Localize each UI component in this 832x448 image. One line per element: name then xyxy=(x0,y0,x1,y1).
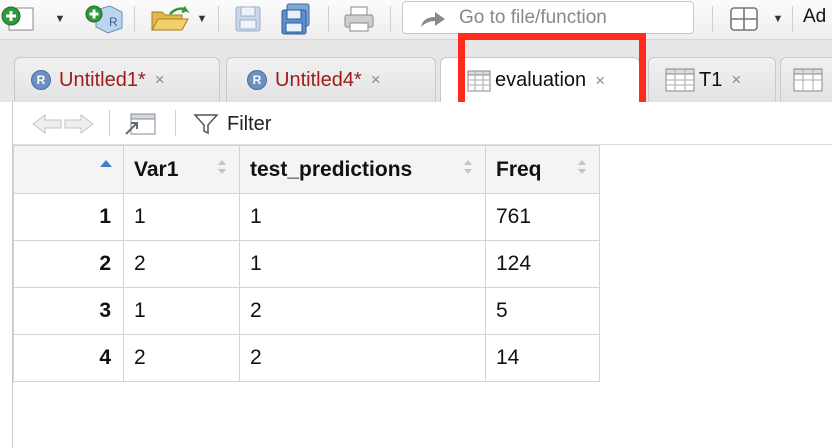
show-in-window-icon[interactable] xyxy=(123,110,157,138)
r-script-icon: R xyxy=(247,70,267,90)
new-file-dropdown[interactable]: ▼ xyxy=(54,4,66,34)
save-all-icon xyxy=(281,3,310,35)
table-cell[interactable]: 124 xyxy=(485,240,600,288)
save-button[interactable] xyxy=(230,4,266,34)
table-cell[interactable]: 2 xyxy=(123,334,240,382)
filter-funnel-icon[interactable] xyxy=(193,112,219,136)
data-grid-icon xyxy=(793,68,823,92)
svg-text:R: R xyxy=(109,15,118,29)
close-icon[interactable]: × xyxy=(731,70,741,90)
table-cell[interactable]: 14 xyxy=(485,334,600,382)
table-row: 4 2 2 14 xyxy=(13,334,600,382)
row-number: 2 xyxy=(13,240,124,288)
table-cell[interactable]: 761 xyxy=(485,193,600,241)
row-number: 1 xyxy=(13,193,124,241)
table-cell[interactable]: 2 xyxy=(239,334,486,382)
close-icon[interactable]: × xyxy=(155,70,165,90)
main-toolbar: ▼ R ▼ Go to file/function ▼ Ad xyxy=(0,0,832,40)
go-to-arrow-icon xyxy=(421,12,445,27)
r-script-icon: R xyxy=(31,70,51,90)
tab-label: evaluation xyxy=(495,69,587,91)
row-number: 4 xyxy=(13,334,124,382)
column-header-freq[interactable]: Freq xyxy=(485,145,600,194)
new-file-button[interactable] xyxy=(0,4,42,34)
folder-open-icon xyxy=(151,6,190,31)
table-cell[interactable]: 1 xyxy=(123,193,240,241)
tab-label: Untitled4* xyxy=(275,68,362,91)
new-project-button[interactable]: R xyxy=(84,4,124,34)
tab-label: Untitled1* xyxy=(59,68,146,91)
back-arrow-icon[interactable] xyxy=(31,112,63,136)
table-row: 2 2 1 124 xyxy=(13,240,600,288)
save-all-button[interactable] xyxy=(278,3,314,35)
new-file-icon xyxy=(1,6,34,31)
row-number: 3 xyxy=(13,287,124,335)
new-project-icon: R xyxy=(85,5,123,34)
table-row: 3 1 2 5 xyxy=(13,287,600,335)
tab-overflow[interactable] xyxy=(780,57,832,102)
header-row: Var1 test_predictions Freq xyxy=(13,145,600,194)
workspace-panes-button[interactable] xyxy=(726,4,762,34)
table-cell[interactable]: 1 xyxy=(239,193,486,241)
row-index-header[interactable] xyxy=(13,145,124,194)
table-cell[interactable]: 2 xyxy=(239,287,486,335)
tab-t1[interactable]: T1 × xyxy=(648,57,776,102)
forward-arrow-icon[interactable] xyxy=(63,112,95,136)
sort-icon xyxy=(218,160,226,174)
print-button[interactable] xyxy=(338,4,380,34)
data-table: Var1 test_predictions Freq 1 1 1 761 2 2… xyxy=(13,145,600,382)
open-file-button[interactable] xyxy=(146,4,194,34)
sort-icon xyxy=(578,160,586,174)
sort-icon xyxy=(464,160,472,174)
filter-button[interactable]: Filter xyxy=(227,113,271,136)
table-cell[interactable]: 1 xyxy=(123,287,240,335)
data-viewer-toolbar: Filter xyxy=(12,102,832,145)
go-to-placeholder: Go to file/function xyxy=(459,6,607,28)
addins-menu[interactable]: Ad xyxy=(803,6,826,28)
printer-icon xyxy=(344,6,374,32)
open-file-dropdown[interactable]: ▼ xyxy=(196,4,208,34)
column-header-test-predictions[interactable]: test_predictions xyxy=(239,145,486,194)
data-grid-icon xyxy=(665,68,695,92)
panes-grid-icon xyxy=(730,7,758,31)
column-header-label: Var1 xyxy=(134,157,179,181)
column-header-var1[interactable]: Var1 xyxy=(123,145,240,194)
column-header-label: test_predictions xyxy=(250,157,413,181)
table-cell[interactable]: 1 xyxy=(239,240,486,288)
save-icon xyxy=(235,6,261,32)
data-grid-icon xyxy=(467,70,491,91)
sort-ascending-icon xyxy=(100,160,112,167)
tab-label: T1 xyxy=(699,68,723,91)
close-icon[interactable]: × xyxy=(371,70,381,90)
table-cell[interactable]: 5 xyxy=(485,287,600,335)
tab-untitled4[interactable]: R Untitled4* × xyxy=(226,57,436,102)
panes-dropdown[interactable]: ▼ xyxy=(772,4,784,34)
go-to-file-function-input[interactable]: Go to file/function xyxy=(402,1,694,34)
close-icon[interactable]: × xyxy=(595,71,605,91)
data-viewer: Var1 test_predictions Freq 1 1 1 761 2 2… xyxy=(12,145,832,448)
editor-tab-strip: R Untitled1* × R Untitled4* × evaluation… xyxy=(0,40,832,103)
column-header-label: Freq xyxy=(496,157,542,181)
tab-untitled1[interactable]: R Untitled1* × xyxy=(14,57,220,102)
table-cell[interactable]: 2 xyxy=(123,240,240,288)
table-row: 1 1 1 761 xyxy=(13,193,600,241)
tab-evaluation[interactable]: evaluation × xyxy=(440,57,640,103)
